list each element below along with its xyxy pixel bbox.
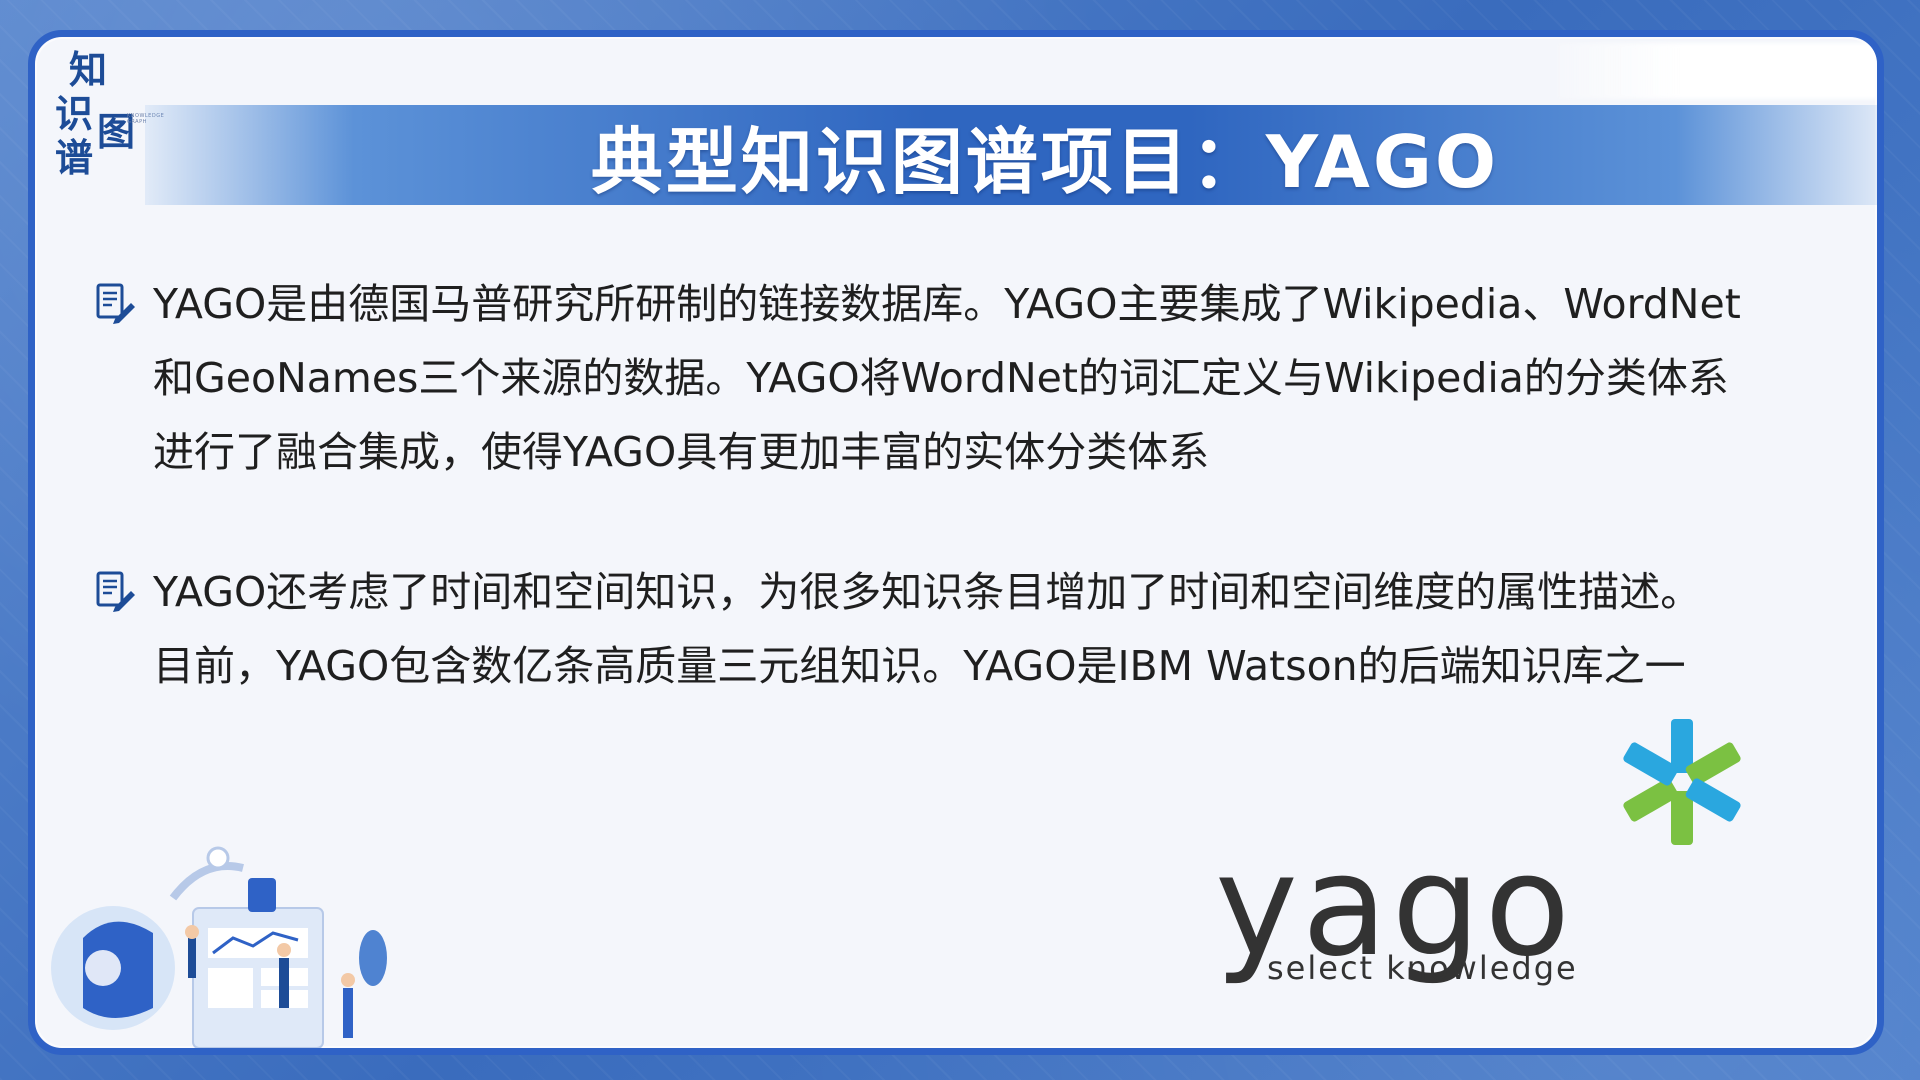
knowledge-graph-logo: 知 识 图 谱 KNOWLEDGE GRAPH: [55, 47, 164, 181]
document-pencil-icon: [96, 571, 135, 612]
logo-char-shi: 识: [55, 91, 94, 136]
logo-char-zhi: 知: [69, 47, 108, 92]
asterisk-star-icon: [1623, 719, 1741, 845]
slide-frame: 知 识 图 谱 KNOWLEDGE GRAPH 典型知识图谱项目：YAGO YA…: [28, 30, 1884, 1055]
top-right-highlight: [1557, 43, 1877, 99]
logo-char-pu: 谱: [55, 135, 94, 180]
title-banner: 典型知识图谱项目：YAGO: [145, 105, 1877, 205]
bullet-item: YAGO是由德国马普研究所研制的链接数据库。YAGO主要集成了Wikipedia…: [93, 267, 1853, 489]
bullet-item: YAGO还考虑了时间和空间知识，为很多知识条目增加了时间和空间维度的属性描述。 …: [93, 555, 1853, 703]
bullet-line: 和GeoNames三个来源的数据。YAGO将WordNet的词汇定义与Wikip…: [153, 354, 1729, 402]
yago-logo: yago select knowledge: [1215, 717, 1775, 987]
bullet-line: 目前，YAGO包含数亿条高质量三元组知识。YAGO是IBM Watson的后端知…: [153, 642, 1686, 690]
bullet-line: 进行了融合集成，使得YAGO具有更加丰富的实体分类体系: [153, 428, 1210, 476]
yago-tagline: select knowledge: [1267, 949, 1578, 987]
slide-content: YAGO是由德国马普研究所研制的链接数据库。YAGO主要集成了Wikipedia…: [93, 267, 1853, 769]
bullet-line: YAGO还考虑了时间和空间知识，为很多知识条目增加了时间和空间维度的属性描述。: [153, 568, 1702, 616]
bullet-line: YAGO是由德国马普研究所研制的链接数据库。YAGO主要集成了Wikipedia…: [153, 280, 1741, 328]
tech-team-illustration: [51, 846, 387, 1048]
document-pencil-icon: [96, 283, 135, 324]
slide-title: 典型知识图谱项目：YAGO: [590, 119, 1500, 204]
